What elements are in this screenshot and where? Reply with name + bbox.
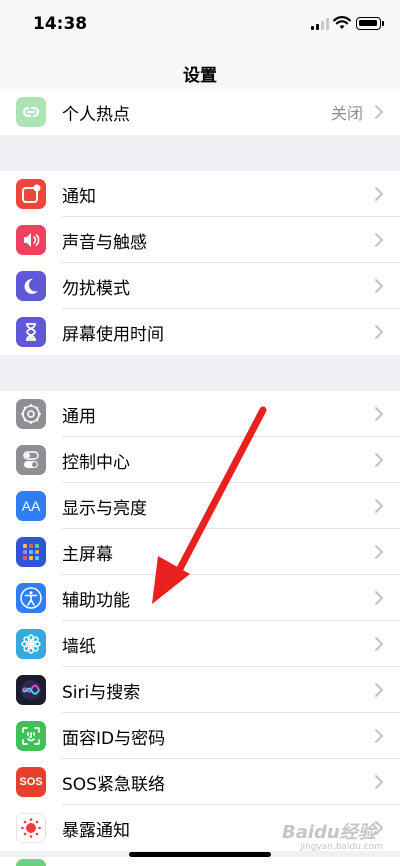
settings-row-accessibility[interactable]: 辅助功能 bbox=[0, 575, 400, 621]
settings-row-label: 辅助功能 bbox=[62, 590, 130, 611]
settings-row-do-not-disturb[interactable]: 勿扰模式 bbox=[0, 263, 400, 309]
settings-row-siri-search[interactable]: Siri与搜索 bbox=[0, 667, 400, 713]
settings-row-label: 勿扰模式 bbox=[62, 278, 130, 299]
settings-row-home-screen[interactable]: 主屏幕 bbox=[0, 529, 400, 575]
settings-row-face-id-passcode[interactable]: 面容ID与密码 bbox=[0, 713, 400, 759]
settings-group-notifications: 通知 声音与触感 勿扰模式 屏幕使用时间 bbox=[0, 171, 400, 355]
next-row-partial bbox=[0, 857, 400, 866]
gear-icon bbox=[16, 399, 46, 429]
settings-row-label: 通用 bbox=[62, 406, 96, 427]
settings-row-control-center[interactable]: 控制中心 bbox=[0, 437, 400, 483]
chevron-right-icon bbox=[375, 187, 383, 201]
chevron-right-icon bbox=[375, 453, 383, 467]
cellular-signal-icon bbox=[311, 18, 329, 30]
status-time: 14:38 bbox=[33, 14, 88, 34]
chevron-right-icon bbox=[375, 591, 383, 605]
chevron-right-icon bbox=[375, 545, 383, 559]
settings-row-sounds-haptics[interactable]: 声音与触感 bbox=[0, 217, 400, 263]
display-aa-icon: AA bbox=[16, 491, 46, 521]
accessibility-icon bbox=[16, 583, 46, 613]
battery-icon bbox=[356, 17, 384, 30]
hotspot-icon bbox=[16, 97, 46, 127]
moon-icon bbox=[16, 271, 46, 301]
settings-row-general[interactable]: 通用 bbox=[0, 391, 400, 437]
settings-row-label: SOS紧急联络 bbox=[62, 774, 165, 795]
chevron-right-icon bbox=[375, 233, 383, 247]
settings-row-label: 主屏幕 bbox=[62, 544, 113, 565]
settings-row-label: 个人热点 bbox=[62, 104, 130, 125]
settings-row-emergency-sos[interactable]: SOS SOS紧急联络 bbox=[0, 759, 400, 805]
chevron-right-icon bbox=[375, 499, 383, 513]
settings-group-hotspot: 个人热点 关闭 bbox=[0, 89, 400, 135]
speaker-icon bbox=[16, 225, 46, 255]
settings-group-general: 通用 控制中心 AA 显示与亮度 主屏幕 辅助功能 墙纸 Siri与搜索 面容I… bbox=[0, 391, 400, 851]
siri-icon bbox=[16, 675, 46, 705]
settings-row-label: 墙纸 bbox=[62, 636, 96, 657]
settings-row-label: 暴露通知 bbox=[62, 820, 130, 841]
notifications-icon bbox=[16, 179, 46, 209]
settings-row-wallpaper[interactable]: 墙纸 bbox=[0, 621, 400, 667]
chevron-right-icon bbox=[375, 325, 383, 339]
chevron-right-icon bbox=[375, 407, 383, 421]
chevron-right-icon bbox=[375, 105, 383, 119]
hourglass-icon bbox=[16, 317, 46, 347]
sos-icon: SOS bbox=[16, 767, 46, 797]
home-screen-grid-icon bbox=[16, 537, 46, 567]
settings-row-label: Siri与搜索 bbox=[62, 682, 141, 703]
page-title: 设置 bbox=[183, 66, 217, 86]
chevron-right-icon bbox=[375, 729, 383, 743]
exposure-icon bbox=[16, 813, 46, 843]
watermark-logo: Baidu经验 bbox=[282, 822, 376, 843]
chevron-right-icon bbox=[375, 637, 383, 651]
settings-row-personal-hotspot[interactable]: 个人热点 关闭 bbox=[0, 89, 400, 135]
settings-row-display-brightness[interactable]: AA 显示与亮度 bbox=[0, 483, 400, 529]
chevron-right-icon bbox=[375, 683, 383, 697]
face-id-icon bbox=[16, 721, 46, 751]
settings-row-value: 关闭 bbox=[330, 104, 363, 123]
settings-row-label: 显示与亮度 bbox=[62, 498, 147, 519]
settings-row-label: 屏幕使用时间 bbox=[62, 324, 164, 345]
wifi-icon bbox=[333, 16, 351, 29]
chevron-right-icon bbox=[375, 279, 383, 293]
chevron-right-icon bbox=[375, 775, 383, 789]
flower-icon bbox=[16, 629, 46, 659]
settings-row-label: 声音与触感 bbox=[62, 232, 147, 253]
toggles-icon bbox=[16, 445, 46, 475]
status-bar: 14:38 bbox=[0, 0, 400, 50]
settings-row-notifications[interactable]: 通知 bbox=[0, 171, 400, 217]
settings-row-screen-time[interactable]: 屏幕使用时间 bbox=[0, 309, 400, 355]
partial-app-icon bbox=[16, 859, 46, 866]
watermark-url: jingyan.baidu.com bbox=[300, 842, 384, 852]
settings-row-label: 面容ID与密码 bbox=[62, 728, 166, 749]
home-indicator[interactable] bbox=[129, 852, 271, 857]
settings-row-label: 通知 bbox=[62, 186, 96, 207]
settings-row-label: 控制中心 bbox=[62, 452, 130, 473]
